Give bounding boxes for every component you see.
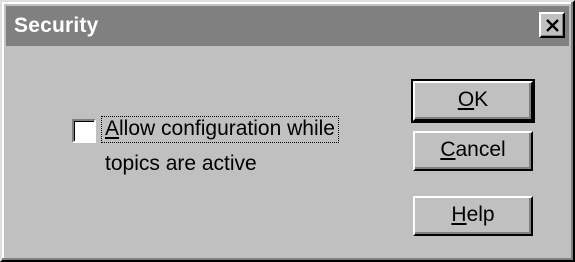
ok-button-label: K (474, 88, 489, 111)
help-button[interactable]: Help (413, 196, 533, 236)
help-button-label: elp (466, 203, 495, 226)
dialog-title: Security (14, 14, 99, 37)
close-button[interactable] (539, 12, 565, 38)
cancel-button-mnemonic: C (440, 138, 456, 161)
cancel-button-label: ancel (455, 138, 506, 161)
close-icon (546, 19, 559, 32)
allow-configuration-checkbox[interactable] (72, 119, 96, 143)
help-button-mnemonic: H (451, 203, 467, 226)
cancel-button[interactable]: Cancel (413, 131, 533, 171)
ok-button[interactable]: OK (411, 79, 535, 123)
checkbox-label-line1[interactable]: Allow configuration while (101, 116, 339, 143)
checkbox-label-mnemonic: A (105, 117, 120, 140)
checkbox-label-line1-rest: llow configuration while (119, 117, 335, 140)
ok-button-mnemonic: O (457, 88, 475, 111)
checkbox-label-line2[interactable]: topics are active (105, 152, 257, 176)
security-dialog: Security Allow configuration while topic… (0, 0, 575, 262)
title-bar[interactable]: Security (6, 6, 569, 46)
